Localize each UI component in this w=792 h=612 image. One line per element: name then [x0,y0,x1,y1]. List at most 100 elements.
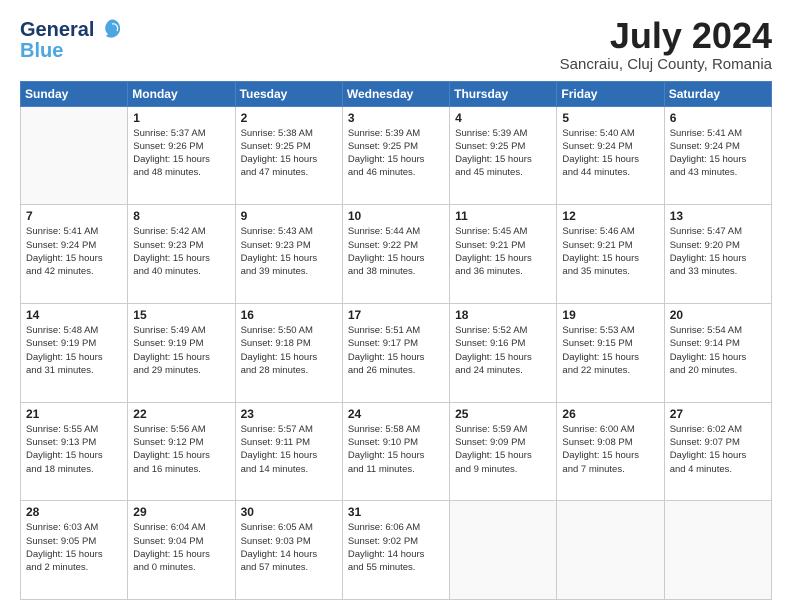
logo: General Blue [20,16,124,63]
table-row: 2 Sunrise: 5:38 AM Sunset: 9:25 PM Daylig… [235,106,342,205]
day-info: Sunrise: 6:00 AM Sunset: 9:08 PM Dayligh… [562,423,658,476]
table-row: 11 Sunrise: 5:45 AM Sunset: 9:21 PM Dayli… [450,205,557,304]
title-block: July 2024 Sancraiu, Cluj County, Romania [560,16,772,73]
day-number: 27 [670,407,766,421]
day-number: 13 [670,209,766,223]
day-info: Sunrise: 5:50 AM Sunset: 9:18 PM Dayligh… [241,324,337,377]
day-number: 24 [348,407,444,421]
table-row: 12 Sunrise: 5:46 AM Sunset: 9:21 PM Dayli… [557,205,664,304]
day-info: Sunrise: 5:55 AM Sunset: 9:13 PM Dayligh… [26,423,122,476]
day-info: Sunrise: 5:59 AM Sunset: 9:09 PM Dayligh… [455,423,551,476]
table-row: 13 Sunrise: 5:47 AM Sunset: 9:20 PM Dayli… [664,205,771,304]
day-number: 2 [241,111,337,125]
day-number: 1 [133,111,229,125]
calendar-week-row: 21 Sunrise: 5:55 AM Sunset: 9:13 PM Dayli… [21,402,772,501]
day-info: Sunrise: 5:40 AM Sunset: 9:24 PM Dayligh… [562,127,658,180]
day-number: 22 [133,407,229,421]
day-info: Sunrise: 5:38 AM Sunset: 9:25 PM Dayligh… [241,127,337,180]
day-info: Sunrise: 5:54 AM Sunset: 9:14 PM Dayligh… [670,324,766,377]
day-number: 23 [241,407,337,421]
day-number: 21 [26,407,122,421]
day-info: Sunrise: 5:44 AM Sunset: 9:22 PM Dayligh… [348,225,444,278]
calendar-table: Sunday Monday Tuesday Wednesday Thursday… [20,81,772,600]
day-number: 28 [26,505,122,519]
logo-general: General [20,19,94,42]
day-number: 4 [455,111,551,125]
table-row: 16 Sunrise: 5:50 AM Sunset: 9:18 PM Dayli… [235,303,342,402]
table-row: 29 Sunrise: 6:04 AM Sunset: 9:04 PM Dayli… [128,501,235,600]
day-info: Sunrise: 6:04 AM Sunset: 9:04 PM Dayligh… [133,521,229,574]
day-info: Sunrise: 5:49 AM Sunset: 9:19 PM Dayligh… [133,324,229,377]
day-info: Sunrise: 5:51 AM Sunset: 9:17 PM Dayligh… [348,324,444,377]
table-row: 21 Sunrise: 5:55 AM Sunset: 9:13 PM Dayli… [21,402,128,501]
col-saturday: Saturday [664,81,771,106]
day-number: 15 [133,308,229,322]
day-number: 12 [562,209,658,223]
col-tuesday: Tuesday [235,81,342,106]
table-row: 10 Sunrise: 5:44 AM Sunset: 9:22 PM Dayli… [342,205,449,304]
day-info: Sunrise: 5:39 AM Sunset: 9:25 PM Dayligh… [348,127,444,180]
table-row: 4Sunrise: 5:39 AM Sunset: 9:25 PM Daylig… [450,106,557,205]
table-row: 30 Sunrise: 6:05 AM Sunset: 9:03 PM Dayli… [235,501,342,600]
day-info: Sunrise: 6:03 AM Sunset: 9:05 PM Dayligh… [26,521,122,574]
table-row: 22 Sunrise: 5:56 AM Sunset: 9:12 PM Dayli… [128,402,235,501]
table-row: 31 Sunrise: 6:06 AM Sunset: 9:02 PM Dayli… [342,501,449,600]
table-row: 18Sunrise: 5:52 AM Sunset: 9:16 PM Dayli… [450,303,557,402]
col-monday: Monday [128,81,235,106]
table-row: 20 Sunrise: 5:54 AM Sunset: 9:14 PM Dayli… [664,303,771,402]
page: General Blue July 2024 Sancraiu, Cluj Co… [0,0,792,612]
col-sunday: Sunday [21,81,128,106]
day-number: 29 [133,505,229,519]
day-number: 18 [455,308,551,322]
day-info: Sunrise: 5:42 AM Sunset: 9:23 PM Dayligh… [133,225,229,278]
day-info: Sunrise: 5:56 AM Sunset: 9:12 PM Dayligh… [133,423,229,476]
table-row: 8Sunrise: 5:42 AM Sunset: 9:23 PM Daylig… [128,205,235,304]
header: General Blue July 2024 Sancraiu, Cluj Co… [20,16,772,73]
day-number: 17 [348,308,444,322]
table-row: 7Sunrise: 5:41 AM Sunset: 9:24 PM Daylig… [21,205,128,304]
table-row: 24 Sunrise: 5:58 AM Sunset: 9:10 PM Dayli… [342,402,449,501]
day-number: 30 [241,505,337,519]
table-row: 15 Sunrise: 5:49 AM Sunset: 9:19 PM Dayli… [128,303,235,402]
day-number: 3 [348,111,444,125]
day-info: Sunrise: 5:47 AM Sunset: 9:20 PM Dayligh… [670,225,766,278]
logo-blue: Blue [20,40,63,63]
table-row: 27Sunrise: 6:02 AM Sunset: 9:07 PM Dayli… [664,402,771,501]
day-number: 10 [348,209,444,223]
day-info: Sunrise: 5:57 AM Sunset: 9:11 PM Dayligh… [241,423,337,476]
table-row: 23 Sunrise: 5:57 AM Sunset: 9:11 PM Dayli… [235,402,342,501]
table-row [450,501,557,600]
day-info: Sunrise: 5:58 AM Sunset: 9:10 PM Dayligh… [348,423,444,476]
table-row: 9 Sunrise: 5:43 AM Sunset: 9:23 PM Daylig… [235,205,342,304]
day-info: Sunrise: 5:46 AM Sunset: 9:21 PM Dayligh… [562,225,658,278]
day-number: 25 [455,407,551,421]
table-row: 19Sunrise: 5:53 AM Sunset: 9:15 PM Dayli… [557,303,664,402]
table-row: 1 Sunrise: 5:37 AM Sunset: 9:26 PM Daylig… [128,106,235,205]
day-number: 14 [26,308,122,322]
day-number: 19 [562,308,658,322]
day-number: 11 [455,209,551,223]
day-info: Sunrise: 5:41 AM Sunset: 9:24 PM Dayligh… [26,225,122,278]
day-info: Sunrise: 5:43 AM Sunset: 9:23 PM Dayligh… [241,225,337,278]
calendar-week-row: 7Sunrise: 5:41 AM Sunset: 9:24 PM Daylig… [21,205,772,304]
table-row [21,106,128,205]
day-info: Sunrise: 5:45 AM Sunset: 9:21 PM Dayligh… [455,225,551,278]
day-info: Sunrise: 5:37 AM Sunset: 9:26 PM Dayligh… [133,127,229,180]
day-info: Sunrise: 5:41 AM Sunset: 9:24 PM Dayligh… [670,127,766,180]
col-friday: Friday [557,81,664,106]
table-row: 3 Sunrise: 5:39 AM Sunset: 9:25 PM Daylig… [342,106,449,205]
table-row: 6Sunrise: 5:41 AM Sunset: 9:24 PM Daylig… [664,106,771,205]
day-info: Sunrise: 6:06 AM Sunset: 9:02 PM Dayligh… [348,521,444,574]
day-number: 9 [241,209,337,223]
day-number: 31 [348,505,444,519]
month-title: July 2024 [560,16,772,56]
day-number: 26 [562,407,658,421]
day-info: Sunrise: 6:05 AM Sunset: 9:03 PM Dayligh… [241,521,337,574]
day-number: 16 [241,308,337,322]
day-number: 5 [562,111,658,125]
calendar-week-row: 14 Sunrise: 5:48 AM Sunset: 9:19 PM Dayli… [21,303,772,402]
day-info: Sunrise: 5:48 AM Sunset: 9:19 PM Dayligh… [26,324,122,377]
header-row: Sunday Monday Tuesday Wednesday Thursday… [21,81,772,106]
day-number: 20 [670,308,766,322]
table-row: 25 Sunrise: 5:59 AM Sunset: 9:09 PM Dayli… [450,402,557,501]
